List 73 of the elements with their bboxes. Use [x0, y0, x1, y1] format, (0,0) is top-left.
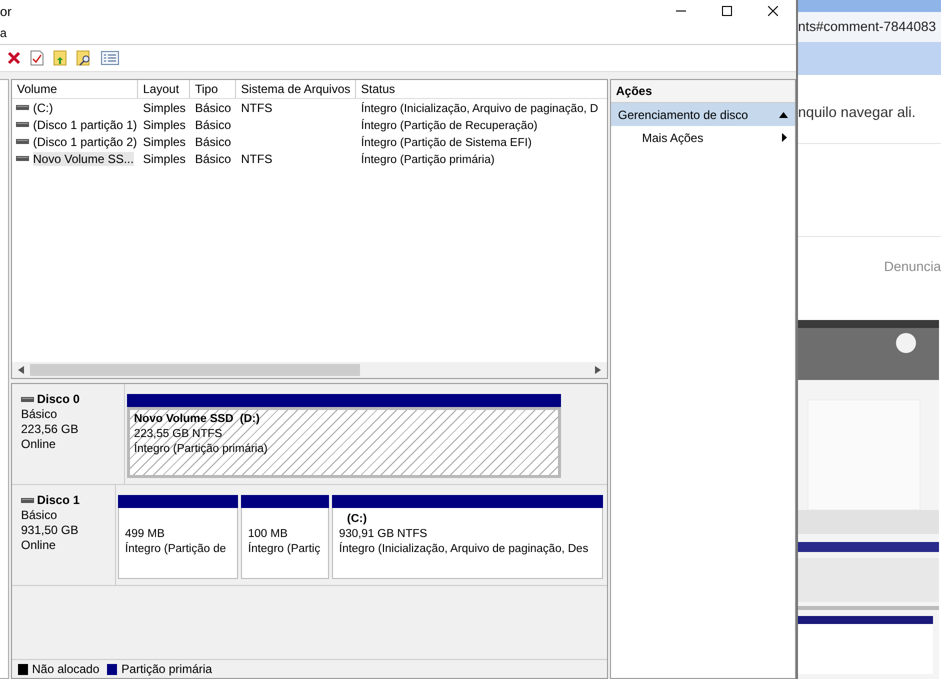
partition-status: Íntegro (Partição de: [125, 542, 228, 557]
partition-block[interactable]: 100 MB Íntegro (Partiç: [241, 495, 329, 579]
checklist-icon[interactable]: [30, 50, 44, 66]
column-header[interactable]: Sistema de Arquivos: [236, 80, 356, 98]
table-cell: Básico: [195, 118, 232, 132]
scroll-right-icon[interactable]: [595, 366, 601, 374]
address-bar[interactable]: nts#comment-7844083: [798, 12, 941, 42]
disk-type: Básico: [21, 407, 58, 422]
disk-status: Online: [21, 538, 57, 553]
partition-size: 100 MB: [248, 527, 289, 542]
partition-size: 930,91 GB NTFS: [339, 527, 428, 542]
partition-title: (C:): [346, 512, 368, 527]
table-cell[interactable]: Novo Volume SS...: [33, 152, 134, 166]
table-cell: Simples: [143, 134, 186, 148]
actions-header: Ações: [611, 80, 795, 103]
partition-status: Íntegro (Partição primária): [134, 442, 269, 457]
legend-label: Partição primária: [121, 662, 212, 676]
drive-icon: [16, 105, 29, 110]
drive-icon: [16, 156, 29, 161]
table-cell: Básico: [195, 100, 232, 114]
disk-size: 223,56 GB: [21, 422, 80, 437]
partition-block[interactable]: 499 MB Íntegro (Partição de: [118, 495, 238, 579]
column-header[interactable]: Layout: [138, 80, 190, 98]
scroll-left-icon[interactable]: [18, 366, 24, 374]
partition-status: Íntegro (Inicialização, Arquivo de paginação, Des: [339, 542, 590, 557]
partition-status: Íntegro (Partiç: [248, 542, 322, 557]
submenu-arrow-icon: [782, 133, 787, 142]
drive-icon: [16, 139, 29, 144]
table-cell[interactable]: (Disco 1 partição 2): [33, 134, 138, 148]
table-cell: Íntegro (Partição de Recuperação): [361, 120, 538, 132]
disk-size: 931,50 GB: [21, 523, 80, 538]
collapse-icon: [778, 112, 788, 118]
disk-name: Disco 0: [37, 392, 80, 407]
table-cell[interactable]: (Disco 1 partição 1): [33, 118, 138, 132]
actions-section[interactable]: Gerenciamento de disco: [611, 103, 795, 126]
disk-status: Online: [21, 437, 57, 452]
drive-icon: [16, 122, 29, 127]
search-icon[interactable]: [76, 50, 92, 66]
partition-title: Novo Volume SSD (D:): [134, 412, 261, 427]
partition-size: 499 MB: [125, 527, 166, 542]
legend-label: Não alocado: [32, 662, 100, 676]
table-cell: Simples: [143, 118, 186, 132]
table-cell: Íntegro (Inicialização, Arquivo de paginação, D: [361, 102, 598, 114]
window-title: or: [0, 4, 12, 18]
drive-icon: [21, 397, 34, 402]
partition-block[interactable]: (C:) 930,91 GB NTFS Íntegro (Inicialização, Arquivo de paginação, Des: [332, 495, 603, 579]
column-header[interactable]: Status: [356, 80, 607, 98]
column-header[interactable]: Tipo: [190, 80, 236, 98]
table-cell: Básico: [195, 152, 232, 166]
maximize-icon: [722, 6, 732, 16]
table-cell: Íntegro (Partição de Sistema EFI): [361, 136, 532, 148]
list-icon[interactable]: [101, 51, 119, 65]
horizontal-scrollbar[interactable]: [12, 362, 607, 378]
table-cell: Íntegro (Partição primária): [361, 154, 495, 166]
table-cell: NTFS: [241, 152, 272, 166]
table-cell: Simples: [143, 100, 186, 114]
disk-type: Básico: [21, 508, 58, 523]
table-cell: NTFS: [241, 100, 272, 114]
folder-up-icon[interactable]: [53, 50, 67, 66]
delete-icon[interactable]: [7, 51, 21, 65]
column-header[interactable]: Volume: [12, 80, 138, 98]
action-item[interactable]: Mais Ações: [611, 126, 795, 149]
partition-block[interactable]: Novo Volume SSD (D:) 223,55 GB NTFS Íntegro (Partição primária): [127, 394, 561, 478]
table-cell: Básico: [195, 134, 232, 148]
close-icon: [768, 6, 778, 16]
drive-icon: [21, 498, 34, 503]
disk-name: Disco 1: [37, 493, 80, 508]
comment-text: nquilo navegar ali.: [798, 105, 917, 121]
partition-size: 223,55 GB NTFS: [134, 427, 224, 442]
table-cell[interactable]: (C:): [33, 100, 53, 114]
scrollbar-thumb[interactable]: [30, 364, 360, 376]
menu-item[interactable]: a: [0, 26, 7, 40]
table-cell: Simples: [143, 152, 186, 166]
